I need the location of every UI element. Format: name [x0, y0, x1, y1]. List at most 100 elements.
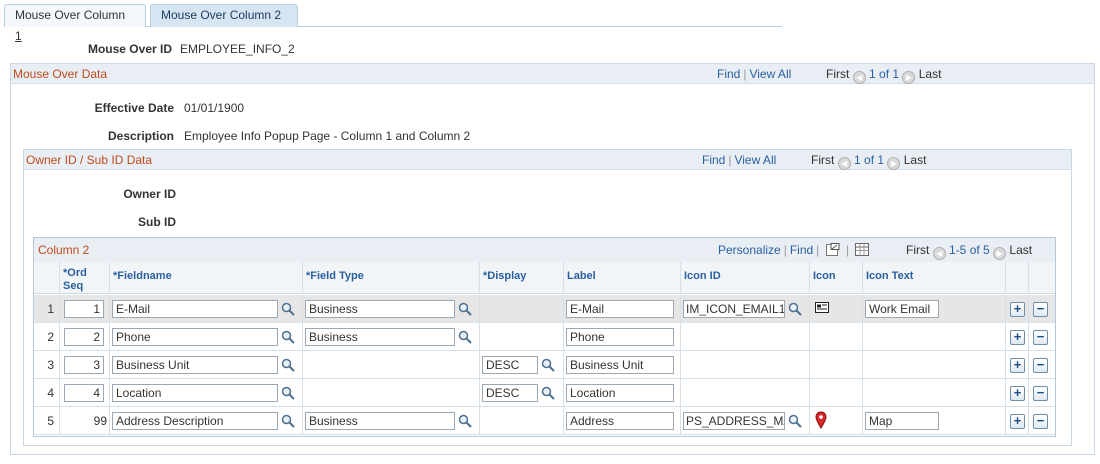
lookup-icon[interactable] [541, 358, 555, 372]
tab-accesskey: 1 [15, 29, 22, 43]
ord-seq-value: 99 [93, 414, 107, 428]
previous-arrow-icon[interactable]: ◀ [932, 247, 946, 260]
effective-date-value: 01/01/1900 [184, 101, 245, 115]
label-input[interactable]: Address [566, 412, 674, 430]
delete-row-button[interactable]: − [1033, 414, 1048, 429]
lookup-icon[interactable] [458, 302, 472, 316]
row-count: 1-5 of 5 [949, 243, 990, 257]
first-label: First [811, 153, 835, 167]
column-header-fieldname[interactable]: *Fieldname [109, 262, 302, 294]
label-input[interactable]: E-Mail [566, 300, 674, 318]
ord-seq-input[interactable]: 4 [64, 384, 104, 402]
personalize-link[interactable]: Personalize [718, 243, 781, 257]
column-header-icon-id[interactable]: Icon ID [680, 262, 809, 294]
find-link[interactable]: Find [790, 243, 813, 257]
field-type-cell [302, 379, 479, 407]
ord-seq-input[interactable]: 1 [64, 300, 104, 318]
column-header-icon-text[interactable]: Icon Text [862, 262, 1005, 294]
lookup-icon[interactable] [281, 386, 295, 400]
tab-mouse-over-column-1[interactable]: Mouse Over Column 1 [4, 4, 146, 43]
ord-seq-input[interactable]: 2 [64, 328, 104, 346]
column-header-display[interactable]: *Display [479, 262, 563, 294]
label-input[interactable]: Phone [566, 328, 674, 346]
row-number: 5 [47, 414, 54, 428]
fieldname-input[interactable]: E-Mail [112, 300, 278, 318]
lookup-icon[interactable] [788, 414, 802, 428]
delete-row-button[interactable]: − [1033, 302, 1048, 317]
next-arrow-icon[interactable]: ▶ [993, 247, 1007, 260]
add-row-button[interactable]: + [1010, 414, 1025, 429]
column-header-label[interactable]: Label [563, 262, 680, 294]
display-cell [479, 323, 563, 351]
delete-row-button[interactable]: − [1033, 358, 1048, 373]
add-row-cell: + [1005, 295, 1028, 323]
column-header-ord-seq[interactable]: *Ord Seq [59, 262, 109, 294]
label-cell: Business Unit [563, 351, 680, 379]
fieldname-cell: Phone [109, 323, 302, 351]
icon-id-cell [680, 351, 809, 379]
tab-label: Mouse Over Column 2 [161, 8, 282, 22]
download-grid-icon[interactable] [855, 243, 870, 256]
last-label: Last [1009, 243, 1033, 257]
display-cell [479, 407, 563, 435]
ord-seq-cell: 3 [59, 351, 109, 379]
mouse-over-id-value: EMPLOYEE_INFO_2 [180, 42, 295, 56]
group-title: Mouse Over Data [13, 67, 108, 81]
fieldname-input[interactable]: Business Unit [112, 356, 278, 374]
lookup-icon[interactable] [458, 414, 472, 428]
view-all-link[interactable]: View All [734, 153, 776, 167]
delete-row-button[interactable]: − [1033, 330, 1048, 345]
previous-arrow-icon[interactable]: ◀ [837, 157, 851, 170]
display-input[interactable]: DESC [482, 356, 538, 374]
column-header-field-type[interactable]: *Field Type [302, 262, 479, 294]
lookup-icon[interactable] [281, 414, 295, 428]
add-row-button[interactable]: + [1010, 302, 1025, 317]
lookup-icon[interactable] [281, 302, 295, 316]
lookup-icon[interactable] [281, 330, 295, 344]
field-type-input[interactable]: Business [305, 328, 455, 346]
grid-header: Column 2 Personalize | Find | | First ◀ 1-5… [34, 238, 1055, 262]
fieldname-cell: Address Description [109, 407, 302, 435]
field-type-cell: Business [302, 407, 479, 435]
first-label: First [826, 67, 850, 81]
lookup-icon[interactable] [541, 386, 555, 400]
view-all-icon[interactable] [825, 243, 840, 256]
lookup-icon[interactable] [788, 302, 802, 316]
icon-text-input[interactable]: Map [865, 412, 939, 430]
label-input[interactable]: Location [566, 384, 674, 402]
tab-mouse-over-column-2[interactable]: Mouse Over Column 2 [150, 4, 298, 27]
delete-row-button[interactable]: − [1033, 386, 1048, 401]
field-type-cell: Business [302, 323, 479, 351]
column-header-icon[interactable]: Icon [809, 262, 862, 294]
header-text: *Ord [63, 267, 87, 279]
next-arrow-icon[interactable]: ▶ [887, 157, 901, 170]
next-arrow-icon[interactable]: ▶ [902, 71, 916, 84]
lookup-icon[interactable] [281, 358, 295, 372]
delete-row-cell: − [1028, 379, 1055, 407]
find-link[interactable]: Find [702, 153, 725, 167]
fieldname-input[interactable]: Phone [112, 328, 278, 346]
add-row-button[interactable]: + [1010, 386, 1025, 401]
email-card-icon [815, 302, 829, 313]
header-text: Seq [63, 280, 84, 292]
lookup-icon[interactable] [458, 330, 472, 344]
display-input[interactable]: DESC [482, 384, 538, 402]
find-link[interactable]: Find [717, 67, 740, 81]
add-row-button[interactable]: + [1010, 330, 1025, 345]
label-input[interactable]: Business Unit [566, 356, 674, 374]
icon-text-cell: Map [862, 407, 1005, 435]
icon-text-input[interactable]: Work Email [865, 300, 939, 318]
ord-seq-input[interactable]: 3 [64, 356, 104, 374]
label-cell: Phone [563, 323, 680, 351]
icon-id-input[interactable]: IM_ICON_EMAIL1 [683, 300, 785, 318]
add-row-button[interactable]: + [1010, 358, 1025, 373]
fieldname-input[interactable]: Location [112, 384, 278, 402]
group-pager: First ◀ 1 of 1 ▶ Last [811, 150, 926, 170]
icon-id-input[interactable]: PS_ADDRESS_MAP [683, 412, 785, 430]
view-all-link[interactable]: View All [749, 67, 791, 81]
fieldname-input[interactable]: Address Description [112, 412, 278, 430]
field-type-input[interactable]: Business [305, 412, 455, 430]
field-type-input[interactable]: Business [305, 300, 455, 318]
group-nav: Find | View All [702, 153, 777, 167]
previous-arrow-icon[interactable]: ◀ [852, 71, 866, 84]
